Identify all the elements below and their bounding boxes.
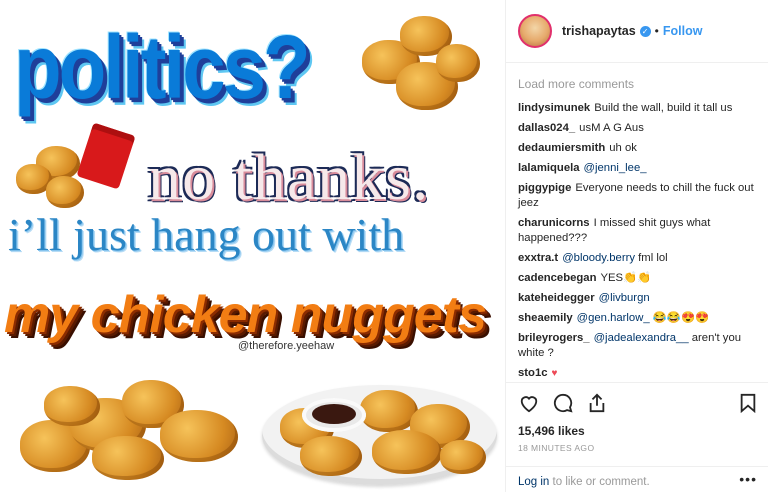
comment-item: piggypige Everyone needs to chill the fuc… [518, 181, 756, 211]
comment-username[interactable]: lindysimunek [518, 102, 590, 114]
hang-out-text: i’ll just hang out with [8, 209, 405, 260]
post-image: politics? no thanks. i’ll just hang out … [0, 0, 505, 492]
comment-text: usM A G Aus [579, 122, 644, 134]
nugget-image [440, 440, 486, 474]
comment-mention-link[interactable]: @jenni_lee_ [584, 162, 647, 174]
nugget-image [160, 410, 238, 462]
comment-item: lindysimunek Build the wall, build it tal… [518, 101, 756, 116]
comment-username[interactable]: charunicorns [518, 217, 590, 229]
share-icon[interactable] [586, 393, 608, 418]
nugget-image [300, 436, 362, 476]
comment-text: fml lol [638, 252, 668, 264]
follow-button[interactable]: Follow [663, 24, 703, 38]
comment-item: exxtra.t @bloody.berry fml lol [518, 251, 756, 266]
instagram-post: politics? no thanks. i’ll just hang out … [0, 0, 768, 492]
nugget-image [46, 176, 84, 208]
nugget-image [92, 436, 164, 480]
nugget-image [44, 386, 100, 426]
chicken-nuggets-text: my chicken nuggets [4, 286, 487, 344]
sauce-image [312, 404, 356, 424]
comment-text: YES👏👏 [600, 272, 652, 284]
like-count[interactable]: 15,496 likes [518, 424, 585, 438]
comment-mention-link[interactable]: @livburgn [599, 292, 650, 304]
login-link[interactable]: Log in [518, 476, 549, 488]
image-watermark: @therefore.yeehaw [238, 340, 335, 352]
avatar[interactable] [518, 14, 552, 48]
comment-text: Build the wall, build it tall us [594, 102, 733, 114]
comment-username[interactable]: sto1c [518, 367, 548, 379]
heart-icon[interactable] [518, 393, 540, 418]
comment-item: sheaemily @gen.harlow_ 😂😂😍😍 [518, 311, 756, 326]
comment-text: uh ok [609, 142, 637, 154]
nugget-box-image [76, 122, 136, 190]
comment-item: cadencebegan YES👏👏 [518, 271, 756, 286]
more-options-icon[interactable]: ••• [739, 471, 757, 487]
comment-mention-link[interactable]: @gen.harlow_ [577, 312, 650, 324]
comment-item: dallas024_ usM A G Aus [518, 121, 756, 136]
comment-username[interactable]: kateheidegger [518, 292, 595, 304]
comment-item: sto1c ♥ [518, 366, 756, 381]
action-bar [506, 382, 768, 422]
username-link[interactable]: trishapaytas [562, 24, 636, 38]
nugget-image [372, 430, 442, 474]
comment-mention-link[interactable]: @jadealexandra__ [594, 332, 689, 344]
politics-text: politics? [14, 16, 311, 118]
bookmark-icon[interactable] [739, 393, 757, 418]
comment-text: 😂😂😍😍 [652, 312, 710, 324]
comment-item: kateheidegger @livburgn [518, 291, 756, 306]
post-sidebar: trishapaytas ✓ • Follow Load more commen… [505, 0, 768, 492]
comment-username[interactable]: cadencebegan [518, 272, 596, 284]
comment-item: lalamiquela @jenni_lee_ [518, 161, 756, 176]
post-timestamp[interactable]: 18 MINUTES AGO [518, 443, 594, 453]
no-thanks-text: no thanks. [148, 141, 430, 214]
load-more-comments-button[interactable]: Load more comments [518, 77, 756, 91]
post-header: trishapaytas ✓ • Follow [506, 0, 768, 63]
separator-dot: • [654, 24, 659, 38]
comment-username[interactable]: dedaumiersmith [518, 142, 605, 154]
comment-username[interactable]: dallas024_ [518, 122, 575, 134]
comment-username[interactable]: sheaemily [518, 312, 573, 324]
comment-username[interactable]: brileyrogers_ [518, 332, 590, 344]
comment-item: dedaumiersmith uh ok [518, 141, 756, 156]
comment-mention-link[interactable]: @bloody.berry [562, 252, 635, 264]
comments-list: Load more comments lindysimunek Build the… [506, 63, 768, 389]
login-prompt-text: to like or comment. [549, 476, 650, 488]
comment-username[interactable]: lalamiquela [518, 162, 580, 174]
login-footer: Log in to like or comment. ••• [506, 466, 768, 492]
verified-badge-icon: ✓ [639, 25, 651, 37]
comment-username[interactable]: exxtra.t [518, 252, 558, 264]
nugget-image [436, 44, 480, 82]
comment-item: brileyrogers_ @jadealexandra__ aren't you… [518, 331, 756, 361]
red-heart-icon: ♥ [551, 368, 558, 379]
comment-item: charunicorns I missed shit guys what happ… [518, 216, 756, 246]
comment-icon[interactable] [552, 393, 574, 418]
comment-username[interactable]: piggypige [518, 182, 571, 194]
